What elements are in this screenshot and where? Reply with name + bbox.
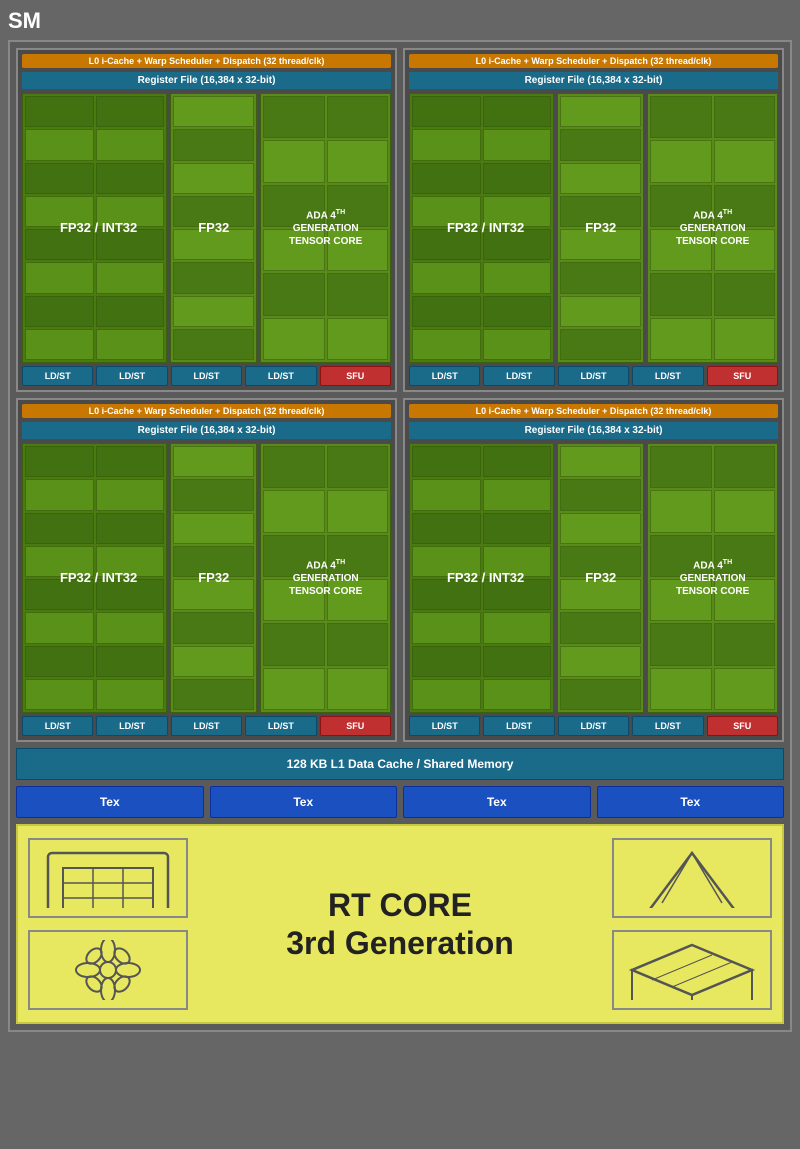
l0-cache-bar-1: L0 i-Cache + Warp Scheduler + Dispatch (…: [22, 54, 391, 68]
l0-cache-bar-3: L0 i-Cache + Warp Scheduler + Dispatch (…: [22, 404, 391, 418]
fp32int32-col-2: FP32 / INT32: [409, 93, 554, 363]
rt-icon-topright: [622, 848, 762, 908]
fp32-grid-1: [171, 94, 256, 362]
ldst-btn-2-4: LD/ST: [632, 366, 703, 386]
tensor-grid-2: [648, 94, 777, 362]
ldst-btn-2-2: LD/ST: [483, 366, 554, 386]
rt-left-icons: [28, 836, 188, 1012]
tex-btn-3: Tex: [403, 786, 591, 818]
fp32int32-grid-3: [23, 444, 166, 712]
rt-icon-box-bottomright: [612, 930, 772, 1010]
rt-icon-box-bottomleft: [28, 930, 188, 1010]
ldst-row-1: LD/ST LD/ST LD/ST LD/ST SFU: [22, 366, 391, 386]
sfu-btn-3: SFU: [320, 716, 391, 736]
l1-cache-bar: 128 KB L1 Data Cache / Shared Memory: [16, 748, 784, 780]
ldst-btn-2-1: LD/ST: [409, 366, 480, 386]
l0-cache-bar-2: L0 i-Cache + Warp Scheduler + Dispatch (…: [409, 54, 778, 68]
ldst-btn-1-1: LD/ST: [22, 366, 93, 386]
l0-cache-bar-4: L0 i-Cache + Warp Scheduler + Dispatch (…: [409, 404, 778, 418]
register-file-bar-1: Register File (16,384 x 32-bit): [22, 72, 391, 89]
sub-proc-3: L0 i-Cache + Warp Scheduler + Dispatch (…: [16, 398, 397, 742]
ldst-btn-3-1: LD/ST: [22, 716, 93, 736]
fp32-grid-3: [171, 444, 256, 712]
fp32-grid-4: [558, 444, 643, 712]
ldst-row-2: LD/ST LD/ST LD/ST LD/ST SFU: [409, 366, 778, 386]
sub-proc-4: L0 i-Cache + Warp Scheduler + Dispatch (…: [403, 398, 784, 742]
sfu-btn-4: SFU: [707, 716, 778, 736]
tensor-grid-4: [648, 444, 777, 712]
tex-row: Tex Tex Tex Tex: [16, 786, 784, 818]
tensor-grid-3: [261, 444, 390, 712]
compute-area-2: FP32 / INT32: [409, 93, 778, 363]
ldst-btn-3-2: LD/ST: [96, 716, 167, 736]
rt-icon-bottomleft: [38, 940, 178, 1000]
main-container: SM L0 i-Cache + Warp Scheduler + Dispatc…: [0, 0, 800, 1149]
compute-area-1: FP32 / INT32: [22, 93, 391, 363]
fp32int32-grid-1: [23, 94, 166, 362]
ldst-btn-4-1: LD/ST: [409, 716, 480, 736]
fp32-col-4: FP32: [557, 443, 644, 713]
rt-icon-box-topright: [612, 838, 772, 918]
fp32-col-1: FP32: [170, 93, 257, 363]
sub-proc-grid: L0 i-Cache + Warp Scheduler + Dispatch (…: [16, 48, 784, 742]
tensor-grid-1: [261, 94, 390, 362]
ldst-row-3: LD/ST LD/ST LD/ST LD/ST SFU: [22, 716, 391, 736]
fp32int32-col-3: FP32 / INT32: [22, 443, 167, 713]
ldst-btn-1-4: LD/ST: [245, 366, 316, 386]
ldst-btn-4-4: LD/ST: [632, 716, 703, 736]
register-file-bar-2: Register File (16,384 x 32-bit): [409, 72, 778, 89]
rt-icon-bottomright: [622, 940, 762, 1000]
rt-core-title: RT CORE 3rd Generation: [286, 886, 514, 963]
ldst-btn-2-3: LD/ST: [558, 366, 629, 386]
fp32int32-grid-4: [410, 444, 553, 712]
rt-right-icons: [612, 836, 772, 1012]
compute-area-4: FP32 / INT32: [409, 443, 778, 713]
register-file-bar-4: Register File (16,384 x 32-bit): [409, 422, 778, 439]
ldst-btn-4-3: LD/ST: [558, 716, 629, 736]
tensor-col-3: ADA 4th GENERATION TENSOR CORE: [260, 443, 391, 713]
fp32int32-col-1: FP32 / INT32: [22, 93, 167, 363]
ldst-btn-3-3: LD/ST: [171, 716, 242, 736]
sm-inner: L0 i-Cache + Warp Scheduler + Dispatch (…: [8, 40, 792, 1032]
ldst-btn-4-2: LD/ST: [483, 716, 554, 736]
sub-proc-1: L0 i-Cache + Warp Scheduler + Dispatch (…: [16, 48, 397, 392]
tensor-col-2: ADA 4th GENERATION TENSOR CORE: [647, 93, 778, 363]
ldst-btn-1-2: LD/ST: [96, 366, 167, 386]
register-file-bar-3: Register File (16,384 x 32-bit): [22, 422, 391, 439]
rt-icon-topleft: [38, 848, 178, 908]
sfu-btn-2: SFU: [707, 366, 778, 386]
tex-btn-2: Tex: [210, 786, 398, 818]
compute-area-3: FP32 / INT32: [22, 443, 391, 713]
sub-proc-2: L0 i-Cache + Warp Scheduler + Dispatch (…: [403, 48, 784, 392]
sfu-btn-1: SFU: [320, 366, 391, 386]
tex-btn-1: Tex: [16, 786, 204, 818]
tensor-col-1: ADA 4th GENERATION TENSOR CORE: [260, 93, 391, 363]
rt-icon-box-topleft: [28, 838, 188, 918]
fp32-col-3: FP32: [170, 443, 257, 713]
rt-core-section: RT CORE 3rd Generation: [16, 824, 784, 1024]
fp32-grid-2: [558, 94, 643, 362]
sm-label: SM: [8, 8, 792, 34]
fp32int32-col-4: FP32 / INT32: [409, 443, 554, 713]
ldst-btn-1-3: LD/ST: [171, 366, 242, 386]
fp32int32-grid-2: [410, 94, 553, 362]
tex-btn-4: Tex: [597, 786, 785, 818]
ldst-row-4: LD/ST LD/ST LD/ST LD/ST SFU: [409, 716, 778, 736]
fp32-col-2: FP32: [557, 93, 644, 363]
rt-center-text: RT CORE 3rd Generation: [198, 836, 602, 1012]
ldst-btn-3-4: LD/ST: [245, 716, 316, 736]
tensor-col-4: ADA 4th GENERATION TENSOR CORE: [647, 443, 778, 713]
